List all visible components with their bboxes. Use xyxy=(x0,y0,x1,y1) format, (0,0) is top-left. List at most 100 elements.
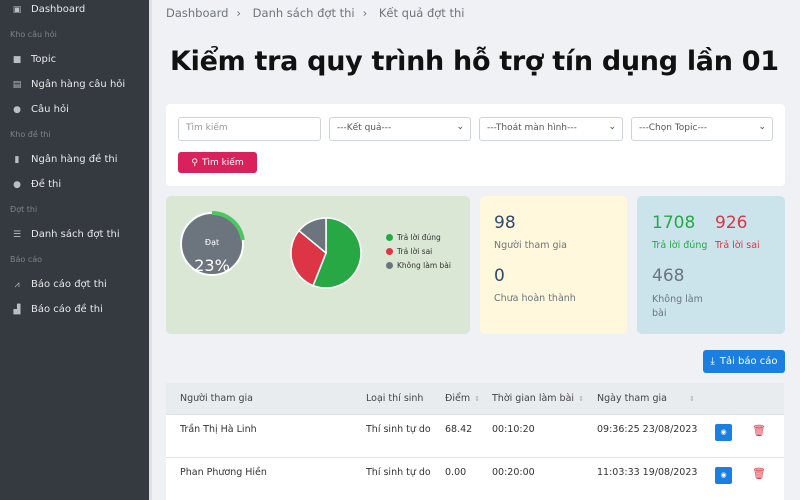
check-circle-icon: ● xyxy=(13,179,21,190)
incomplete-count: 0 xyxy=(494,266,505,286)
sidebar-item-label: Báo cáo đề thi xyxy=(31,304,103,315)
legend-dot xyxy=(386,247,393,255)
view-button[interactable]: ◉ xyxy=(715,423,732,441)
col-type-label: Loại thí sinh xyxy=(366,392,424,404)
sidebar-item[interactable]: ● Câu hỏi xyxy=(0,97,149,122)
sidebar-item[interactable]: ▤ Ngân hàng câu hỏi xyxy=(0,72,149,97)
sidebar-item-label: Câu hỏi xyxy=(31,104,69,115)
search-button[interactable]: ⚲ Tìm kiếm xyxy=(178,152,257,173)
trash-icon[interactable]: 🗑 xyxy=(752,467,766,480)
participant-name-cell: Trần Thị Hà Linh xyxy=(166,413,366,457)
score-cell: 68.42 xyxy=(445,413,492,457)
table-row: Phan Phương Hiền Thí sinh tự do 0.00 00:20:… xyxy=(166,456,784,500)
page-title: Kiểm tra quy trình hỗ trợ tín dụng lần 0… xyxy=(170,46,779,77)
legend-dot xyxy=(386,233,393,241)
sidebar-item[interactable]: ● Đề thi xyxy=(0,172,149,197)
breadcrumb-dashboard[interactable]: Dashboard xyxy=(166,6,228,20)
sidebar-section-heading: Kho đề thi xyxy=(10,130,51,139)
participant-type-cell: Thí sinh tự do xyxy=(366,413,445,457)
correct-count: 1708 xyxy=(652,213,696,233)
sidebar-item[interactable]: ▮ Ngân hàng đề thi xyxy=(0,147,149,172)
breadcrumb: Dashboard › Danh sách đợt thi › Kết quả đợ… xyxy=(166,6,465,20)
chart-panel: Đạt 23% Trả lời đúng Trả lời sai Không làm… xyxy=(166,196,470,334)
score: 0.00 xyxy=(445,466,467,478)
participant-type: Thí sinh tự do xyxy=(366,423,431,435)
sidebar-item-label: Đề thi xyxy=(31,179,62,190)
wrong-count: 926 xyxy=(715,213,748,233)
trash-icon[interactable]: 🗑 xyxy=(752,424,766,437)
duration: 00:20:00 xyxy=(492,466,535,478)
score: 68.42 xyxy=(445,423,473,435)
duration: 00:10:20 xyxy=(492,423,535,435)
topic-select[interactable]: ---Chọn Topic--- ⌄ xyxy=(631,117,773,141)
col-score[interactable]: Điểm ⇕ xyxy=(445,383,492,414)
col-score-label: Điểm xyxy=(445,392,471,404)
participants-label: Người tham gia xyxy=(494,240,567,251)
result-select-value: ---Kết quả--- xyxy=(337,123,392,133)
gauge-value: 23% xyxy=(194,256,230,275)
sidebar-item[interactable]: ☰ Danh sách đợt thi xyxy=(0,222,149,247)
list-icon: ☰ xyxy=(12,229,22,240)
legend-item[interactable]: Không làm bài xyxy=(386,258,451,272)
sidebar-item-label: Ngân hàng đề thi xyxy=(31,154,118,165)
col-type: Loại thí sinh xyxy=(366,383,445,414)
incomplete-label: Chưa hoàn thành xyxy=(494,293,576,304)
join-date: 11:03:33 19/08/2023 xyxy=(597,466,698,478)
join-date-cell: 11:03:33 19/08/2023 xyxy=(597,456,715,500)
view-cell: ◉ xyxy=(715,456,752,500)
exit-select-value: ---Thoát màn hình--- xyxy=(487,123,577,133)
participant-type-cell: Thí sinh tự do xyxy=(366,456,445,500)
legend-label: Trả lời đúng xyxy=(397,232,441,242)
participants-panel: 98 Người tham gia 0 Chưa hoàn thành xyxy=(480,196,627,334)
view-button[interactable]: ◉ xyxy=(715,466,732,484)
legend-item[interactable]: Trả lời đúng xyxy=(386,230,451,244)
results-table: Người tham gia Loại thí sinh Điểm ⇕ Thời … xyxy=(166,383,784,500)
col-participant: Người tham gia xyxy=(166,383,366,414)
sort-icon[interactable]: ⇕ xyxy=(689,395,695,403)
chevron-down-icon: ⌄ xyxy=(608,122,616,132)
skipped-count: 468 xyxy=(652,266,685,286)
col-date[interactable]: Ngày tham gia ⇕ xyxy=(597,383,715,414)
table-row: Trần Thị Hà Linh Thí sinh tự do 68.42 00:10… xyxy=(166,413,784,457)
table-header: Người tham gia Loại thí sinh Điểm ⇕ Thời … xyxy=(166,383,784,414)
result-select[interactable]: ---Kết quả--- ⌄ xyxy=(329,117,471,141)
chevron-down-icon: ⌄ xyxy=(456,122,464,132)
duration-cell: 00:20:00 xyxy=(492,456,597,500)
search-button-label: Tìm kiếm xyxy=(201,157,244,168)
line-chart-icon: ⩘ xyxy=(14,279,20,290)
sidebar-section-heading: Đợt thi xyxy=(10,205,38,214)
book-icon: ▤ xyxy=(12,79,22,90)
folder-icon: ■ xyxy=(12,54,22,65)
wrong-label: Trả lời sai xyxy=(715,240,760,251)
participant-name: Trần Thị Hà Linh xyxy=(180,423,257,435)
participant-name: Phan Phương Hiền xyxy=(180,466,267,478)
sidebar-item[interactable]: ▣ Dashboard xyxy=(0,0,149,22)
legend-item[interactable]: Trả lời sai xyxy=(386,244,451,258)
exit-select[interactable]: ---Thoát màn hình--- ⌄ xyxy=(479,117,623,141)
sidebar-item-label: Báo cáo đợt thi xyxy=(31,279,107,290)
sort-icon[interactable]: ⇕ xyxy=(578,395,584,403)
pie-chart xyxy=(290,217,362,289)
question-icon: ● xyxy=(13,104,21,115)
legend-label: Trả lời sai xyxy=(397,246,433,256)
sidebar-item-label: Dashboard xyxy=(31,4,86,15)
breadcrumb-rounds[interactable]: Danh sách đợt thi xyxy=(253,6,355,20)
search-input[interactable]: Tìm kiếm xyxy=(178,117,321,141)
gauge-label: Đạt xyxy=(204,238,220,247)
chevron-down-icon: ⌄ xyxy=(758,122,766,132)
join-date-cell: 09:36:25 23/08/2023 xyxy=(597,413,715,457)
score-cell: 0.00 xyxy=(445,456,492,500)
duration-cell: 00:10:20 xyxy=(492,413,597,457)
sidebar-section-heading: Báo cáo xyxy=(10,255,43,264)
sort-icon[interactable]: ⇕ xyxy=(474,395,480,403)
download-label: Tải báo cáo xyxy=(719,356,778,367)
sidebar-item[interactable]: ⩘ Báo cáo đợt thi xyxy=(0,272,149,297)
download-report-button[interactable]: ⤓ Tải báo cáo xyxy=(703,350,785,373)
legend-dot xyxy=(386,261,393,269)
col-duration[interactable]: Thời gian làm bài ⇕ xyxy=(492,383,597,414)
sidebar-item[interactable]: ■ Topic xyxy=(0,47,149,72)
sidebar-item[interactable]: ▟ Báo cáo đề thi xyxy=(0,297,149,322)
participants-count: 98 xyxy=(494,213,516,233)
clipboard-icon: ▮ xyxy=(14,154,20,165)
sidebar-item-label: Danh sách đợt thi xyxy=(31,229,120,240)
